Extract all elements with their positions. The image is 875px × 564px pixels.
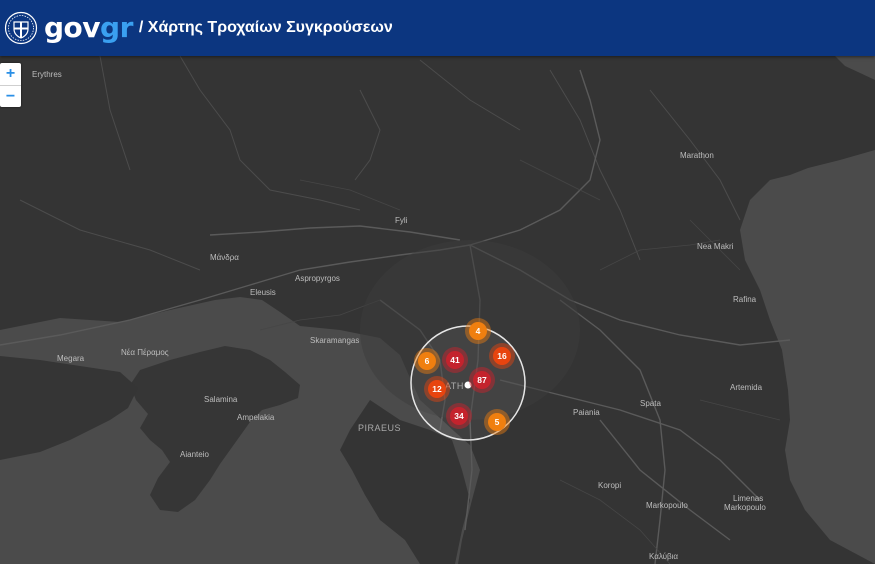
place-label: Skaramangas [310, 336, 359, 345]
cluster-marker[interactable]: 34 [446, 403, 472, 429]
page-title: / Χάρτης Τροχαίων Συγκρούσεων [138, 19, 393, 36]
place-label: Erythres [32, 70, 62, 79]
place-label: Salamina [204, 395, 238, 404]
place-label: Megara [57, 354, 85, 363]
greek-emblem-icon[interactable] [4, 11, 38, 45]
place-label: Markopoulo [724, 503, 766, 512]
govgr-logo[interactable]: govgr [44, 14, 133, 42]
zoom-control: + − [0, 63, 21, 107]
place-label: Marathon [680, 151, 714, 160]
place-label: Rafina [733, 295, 757, 304]
place-label: Μάνδρα [210, 253, 239, 262]
cluster-count: 6 [425, 356, 430, 366]
cluster-marker[interactable]: 6 [414, 348, 440, 374]
cluster-count: 12 [432, 384, 442, 394]
cluster-marker[interactable]: 12 [424, 376, 450, 402]
place-label: Nea Makri [697, 242, 734, 251]
map-canvas[interactable]: Erythres Marathon Fyli Μάνδρα Aspropyrgo… [0, 56, 875, 564]
zoom-in-button[interactable]: + [0, 63, 21, 85]
place-label: Aspropyrgos [295, 274, 340, 283]
place-label: Ampelakia [237, 413, 275, 422]
cluster-marker[interactable]: 87 [469, 367, 495, 393]
place-label: Eleusis [250, 288, 276, 297]
place-label: Markopoulo [646, 501, 688, 510]
cluster-count: 5 [495, 417, 500, 427]
place-label: Spata [640, 399, 661, 408]
cluster-marker[interactable]: 41 [442, 347, 468, 373]
cluster-count: 34 [454, 411, 464, 421]
place-label: Καλύβια [649, 552, 678, 561]
place-label: Paiania [573, 408, 600, 417]
place-label: Koropi [598, 481, 621, 490]
cluster-count: 4 [476, 326, 481, 336]
logo-gov-text: gov [44, 11, 101, 44]
cluster-count: 16 [497, 351, 507, 361]
header-bar: govgr / Χάρτης Τροχαίων Συγκρούσεων [0, 0, 875, 56]
place-label: Νέα Πέραμος [121, 348, 169, 357]
place-label: Limenas [733, 494, 763, 503]
cluster-marker[interactable]: 5 [484, 409, 510, 435]
zoom-out-button[interactable]: − [0, 85, 21, 108]
logo-gr-text: gr [100, 11, 133, 44]
cluster-count: 87 [477, 375, 487, 385]
cluster-count: 41 [450, 355, 460, 365]
place-label: Fyli [395, 216, 408, 225]
place-label: Aianteio [180, 450, 209, 459]
place-label: Artemida [730, 383, 763, 392]
place-label: PIRAEUS [358, 423, 401, 433]
cluster-marker[interactable]: 16 [489, 343, 515, 369]
cluster-marker[interactable]: 4 [465, 318, 491, 344]
